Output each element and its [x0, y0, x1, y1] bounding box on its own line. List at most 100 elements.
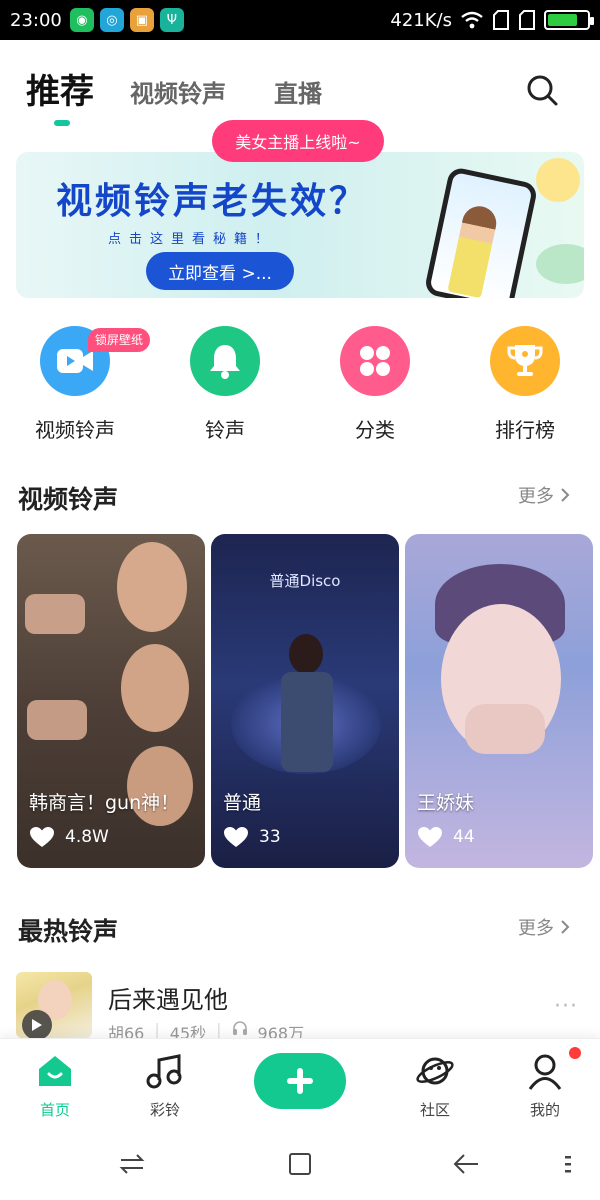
wechat-app-icon: ◉ [69, 8, 94, 32]
banner-phone-image [423, 166, 539, 298]
switch-apps-button[interactable] [112, 1144, 152, 1184]
chevron-right-icon [561, 488, 570, 502]
usb-app-icon: Ψ [159, 8, 184, 32]
banner-decoration [536, 244, 584, 284]
tab-video-ringtones[interactable]: 视频铃声 [130, 74, 226, 109]
trophy-icon [490, 326, 560, 396]
video-thumbnail-hand [465, 704, 545, 754]
video-thumbnail-person [281, 672, 333, 772]
play-icon [32, 1019, 42, 1031]
headphones-icon [232, 1021, 247, 1035]
video-thumbnail-hand [25, 594, 85, 634]
profile-icon [523, 1047, 581, 1093]
heart-icon [418, 827, 442, 847]
nav-label: 首页 [39, 1101, 70, 1119]
battery-level [548, 14, 577, 26]
planet-icon [413, 1049, 457, 1093]
video-card-title: 王娇妹 [417, 792, 475, 814]
nav-label: 社区 [419, 1101, 450, 1119]
more-label: 更多 [518, 918, 554, 939]
video-overlay-title: 普通Disco [269, 572, 341, 590]
like-count: 33 [259, 827, 281, 847]
home-system-button[interactable] [280, 1144, 320, 1184]
video-thumbnail-hand [27, 700, 87, 740]
clock: 23:00 [10, 9, 62, 31]
play-button[interactable] [22, 1010, 52, 1038]
quick-action-category[interactable]: 分类 [300, 326, 450, 446]
hot-section-title: 最热铃声 [18, 917, 119, 946]
back-system-button[interactable] [446, 1144, 486, 1184]
like-count: 44 [453, 827, 475, 847]
ringtone-title: 后来遇见他 [108, 986, 228, 1014]
banner-model-image [447, 203, 500, 298]
nav-label: 彩铃 [149, 1101, 180, 1119]
tab-live[interactable]: 直播 [274, 74, 322, 109]
video-section-title: 视频铃声 [18, 485, 119, 514]
wifi-icon [461, 11, 483, 29]
gallery-app-icon: ▣ [129, 8, 154, 32]
hot-section-more-link[interactable]: 更多 [518, 914, 570, 940]
quick-action-label: 排行榜 [495, 418, 555, 442]
bottom-nav: 首页 彩铃 社区 我的 [0, 1038, 600, 1126]
video-card-likes: 33 [223, 826, 281, 848]
more-label: 更多 [518, 486, 554, 507]
search-button[interactable] [524, 72, 560, 108]
quick-action-ringtone[interactable]: 铃声 [150, 326, 300, 446]
live-tip-bubble[interactable]: 美女主播上线啦~ [212, 120, 384, 162]
video-card-title: 韩商言！gun神！ [29, 792, 180, 814]
video-thumbnail-person [117, 542, 187, 632]
more-options-icon[interactable]: ··· [554, 994, 578, 1019]
banner-cta-button[interactable]: 立即查看 >... [146, 252, 294, 290]
promo-banner[interactable]: 视频铃声老失效？ 点击这里看秘籍！ 立即查看 >... [16, 152, 584, 298]
video-card-likes: 44 [417, 826, 475, 848]
switch-icon [119, 1154, 145, 1174]
quick-action-ranking[interactable]: 排行榜 [450, 326, 600, 446]
bell-icon [190, 326, 260, 396]
sim2-icon [519, 10, 535, 30]
network-speed: 421K/s [390, 9, 452, 31]
heart-icon [224, 827, 248, 847]
nav-home[interactable]: 首页 [15, 1049, 95, 1120]
quick-action-label: 分类 [355, 418, 395, 442]
notification-icons: ◉ ◎ ▣ Ψ [69, 8, 184, 32]
video-thumbnail-person [121, 644, 189, 732]
back-arrow-icon [453, 1154, 478, 1174]
video-card[interactable]: 韩商言！gun神！ 4.8W [17, 534, 205, 868]
video-thumbnail-person [289, 634, 323, 674]
system-nav-bar [0, 1126, 600, 1200]
banner-subtitle: 点击这里看秘籍！ [108, 232, 277, 247]
notification-dot [569, 1047, 581, 1059]
video-card-likes: 4.8W [29, 826, 109, 848]
home-icon [33, 1049, 77, 1093]
chevron-right-icon [561, 920, 570, 934]
quick-action-video-ringtone[interactable]: 锁屏壁纸 视频铃声 [0, 326, 151, 446]
category-icon [340, 326, 410, 396]
banner-decoration [536, 158, 580, 202]
ringtone-list-item[interactable]: 后来遇见他 胡66 | 45秒 | 968万 ··· [16, 972, 586, 1043]
quick-action-label: 铃声 [205, 418, 245, 442]
browser-app-icon: ◎ [99, 8, 124, 32]
like-count: 4.8W [65, 827, 109, 847]
top-tabs: 推荐 视频铃声 直播 [0, 56, 600, 126]
heart-icon [30, 827, 54, 847]
nav-community[interactable]: 社区 [395, 1049, 475, 1120]
sim1-icon [493, 10, 509, 30]
music-note-icon [143, 1049, 187, 1093]
banner-title: 视频铃声老失效？ [56, 181, 369, 222]
video-section-more-link[interactable]: 更多 [518, 482, 570, 508]
menu-system-button[interactable] [548, 1144, 588, 1184]
nav-ringback[interactable]: 彩铃 [125, 1049, 205, 1120]
nav-label: 我的 [529, 1101, 560, 1119]
video-card[interactable]: 王娇妹 44 [405, 534, 593, 868]
quick-action-label: 视频铃声 [35, 418, 115, 442]
tab-recommend[interactable]: 推荐 [26, 64, 94, 113]
nav-profile[interactable]: 我的 [505, 1047, 585, 1120]
battery-icon [544, 10, 594, 30]
active-tab-indicator [54, 120, 70, 126]
menu-icon [565, 1156, 571, 1173]
video-card[interactable]: 普通Disco 普通 33 [211, 534, 399, 868]
lockscreen-badge: 锁屏壁纸 [88, 328, 151, 352]
square-icon [289, 1153, 311, 1175]
search-icon [527, 75, 558, 106]
create-button[interactable] [254, 1053, 346, 1109]
